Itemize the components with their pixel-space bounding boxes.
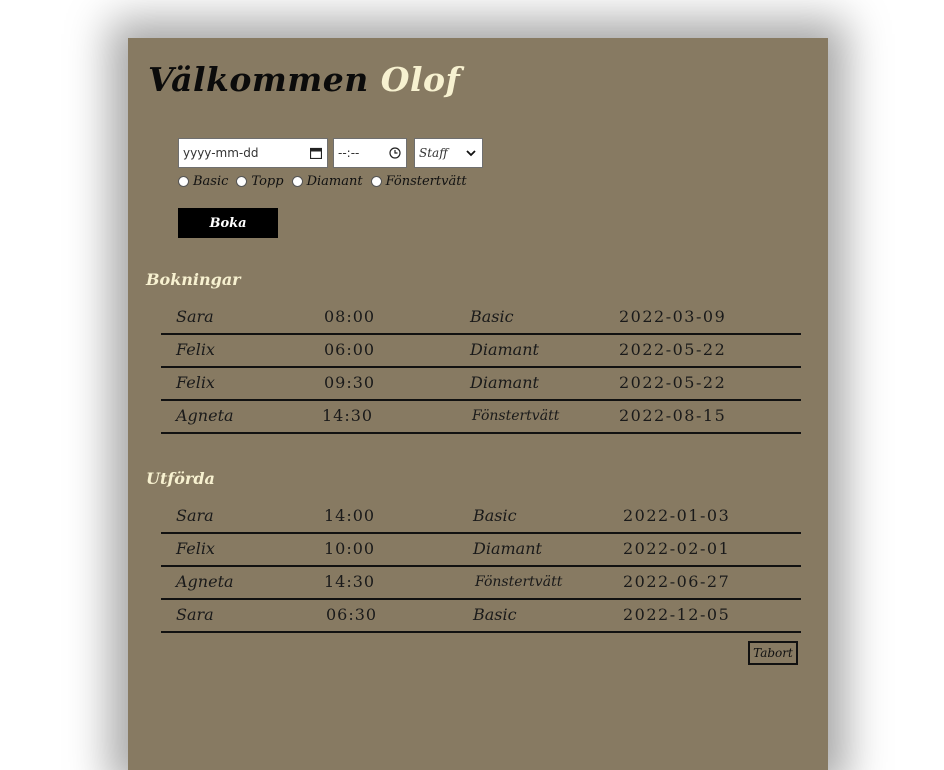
cell-date: 2022-05-22 xyxy=(619,340,727,359)
bookings-title: Bokningar xyxy=(146,270,241,289)
book-button[interactable]: Boka xyxy=(178,208,278,238)
cell-name: Sara xyxy=(176,506,214,525)
radio-basic[interactable]: Basic xyxy=(178,174,228,189)
table-row: Sara 08:00 Basic 2022-03-09 xyxy=(161,302,801,335)
cell-service: Diamant xyxy=(470,340,539,359)
table-row: Sara 06:30 Basic 2022-12-05 xyxy=(161,600,801,633)
date-input[interactable]: yyyy-mm-dd xyxy=(178,138,328,168)
time-input[interactable]: --:-- xyxy=(333,138,407,168)
clock-icon[interactable] xyxy=(388,146,402,160)
page-title: Välkommen Olof xyxy=(148,60,460,99)
table-row: Sara 14:00 Basic 2022-01-03 xyxy=(161,501,801,534)
cell-date: 2022-03-09 xyxy=(619,307,727,326)
cell-service: Basic xyxy=(470,307,514,326)
cell-name: Felix xyxy=(176,373,215,392)
cell-name: Agneta xyxy=(176,572,234,591)
radio-label: Diamant xyxy=(306,174,363,189)
table-row: Felix 10:00 Diamant 2022-02-01 xyxy=(161,534,801,567)
service-radio-group: Basic Topp Diamant Fönstertvätt xyxy=(178,174,475,189)
main-panel: Välkommen Olof yyyy-mm-dd --:-- Staff Ba… xyxy=(128,38,828,770)
radio-topp[interactable]: Topp xyxy=(236,174,284,189)
cell-service: Diamant xyxy=(473,539,542,558)
staff-selected-value: Staff xyxy=(419,146,448,160)
cell-time: 06:00 xyxy=(324,340,376,359)
cell-name: Sara xyxy=(176,307,214,326)
radio-circle[interactable] xyxy=(178,176,189,187)
cell-time: 08:00 xyxy=(324,307,376,326)
radio-label: Basic xyxy=(193,174,229,189)
cell-service: Diamant xyxy=(470,373,539,392)
radio-diamant[interactable]: Diamant xyxy=(291,174,363,189)
radio-label: Fönstertvätt xyxy=(385,174,467,189)
cell-name: Felix xyxy=(176,340,215,359)
cell-name: Agneta xyxy=(176,406,234,425)
bookings-table: Sara 08:00 Basic 2022-03-09 Felix 06:00 … xyxy=(161,302,801,434)
table-row: Felix 06:00 Diamant 2022-05-22 xyxy=(161,335,801,368)
cell-time: 06:30 xyxy=(326,605,378,624)
cell-date: 2022-08-15 xyxy=(619,406,727,425)
cell-time: 10:00 xyxy=(324,539,376,558)
remove-button[interactable]: Tabort xyxy=(748,641,798,665)
radio-label: Topp xyxy=(251,174,284,189)
table-row: Felix 09:30 Diamant 2022-05-22 xyxy=(161,368,801,401)
cell-date: 2022-06-27 xyxy=(623,572,731,591)
cell-service: Basic xyxy=(473,506,517,525)
table-row: Agneta 14:30 Fönstertvätt 2022-06-27 xyxy=(161,567,801,600)
radio-circle[interactable] xyxy=(291,176,303,187)
chevron-down-icon xyxy=(464,146,478,160)
cell-date: 2022-05-22 xyxy=(619,373,727,392)
radio-circle[interactable] xyxy=(236,176,248,187)
completed-title: Utförda xyxy=(146,469,215,488)
radio-fonstertvatt[interactable]: Fönstertvätt xyxy=(370,174,467,189)
cell-date: 2022-02-01 xyxy=(623,539,731,558)
cell-date: 2022-12-05 xyxy=(623,605,731,624)
cell-time: 14:00 xyxy=(324,506,376,525)
cell-time: 09:30 xyxy=(324,373,376,392)
completed-table: Sara 14:00 Basic 2022-01-03 Felix 10:00 … xyxy=(161,501,801,633)
time-placeholder: --:-- xyxy=(338,146,360,160)
cell-service: Fönstertvätt xyxy=(475,574,563,590)
calendar-icon[interactable] xyxy=(309,146,323,160)
user-name: Olof xyxy=(380,60,461,99)
cell-service: Fönstertvätt xyxy=(472,408,560,424)
date-placeholder: yyyy-mm-dd xyxy=(183,146,259,160)
radio-circle[interactable] xyxy=(370,176,382,187)
cell-name: Sara xyxy=(176,605,214,624)
cell-date: 2022-01-03 xyxy=(623,506,731,525)
cell-name: Felix xyxy=(176,539,215,558)
cell-time: 14:30 xyxy=(322,406,374,425)
table-row: Agneta 14:30 Fönstertvätt 2022-08-15 xyxy=(161,401,801,434)
greeting-text: Välkommen xyxy=(148,60,369,99)
cell-time: 14:30 xyxy=(324,572,376,591)
staff-select[interactable]: Staff xyxy=(414,138,483,168)
cell-service: Basic xyxy=(473,605,517,624)
